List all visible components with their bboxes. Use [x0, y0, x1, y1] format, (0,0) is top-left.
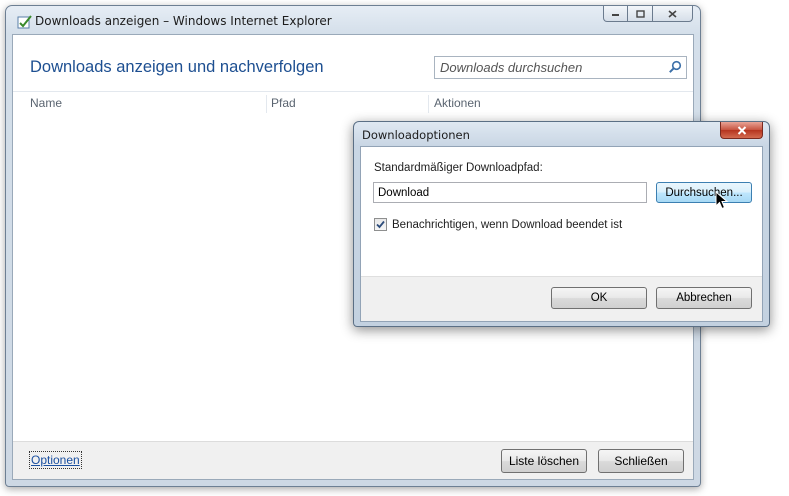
dialog-client-area: Standardmäßiger Downloadpfad: Durchsuche… — [360, 146, 763, 322]
column-path[interactable]: Pfad — [271, 92, 296, 117]
notify-label[interactable]: Benachrichtigen, wenn Download beendet i… — [392, 219, 622, 231]
search-box[interactable] — [434, 56, 687, 79]
column-separator[interactable] — [266, 95, 267, 113]
checkmark-icon — [376, 220, 385, 229]
column-actions[interactable]: Aktionen — [434, 92, 481, 117]
ok-button[interactable]: OK — [551, 287, 647, 309]
download-path-input[interactable] — [373, 182, 647, 203]
mouse-cursor-icon — [715, 191, 729, 210]
close-button[interactable] — [653, 6, 693, 22]
maximize-button[interactable] — [628, 6, 653, 22]
column-separator[interactable] — [428, 95, 429, 113]
minimize-button[interactable] — [603, 6, 628, 22]
dialog-close-button[interactable] — [720, 122, 763, 139]
browse-button[interactable]: Durchsuchen... — [656, 182, 752, 203]
dialog-footer: OK Abbrechen — [361, 276, 762, 321]
close-icon — [668, 9, 677, 18]
window-title: Downloads anzeigen – Windows Internet Ex… — [35, 14, 332, 28]
column-header: Name Pfad Aktionen — [13, 91, 693, 117]
download-path-label: Standardmäßiger Downloadpfad: — [374, 162, 543, 174]
notify-option[interactable]: Benachrichtigen, wenn Download beendet i… — [374, 218, 622, 231]
download-manager-icon — [17, 15, 32, 29]
search-input[interactable] — [435, 57, 659, 78]
column-name[interactable]: Name — [30, 92, 62, 117]
clear-list-button[interactable]: Liste löschen — [501, 449, 587, 473]
notify-checkbox[interactable] — [374, 218, 387, 231]
maximize-icon — [635, 9, 645, 18]
dialog-title: Downloadoptionen — [362, 128, 470, 142]
search-icon[interactable] — [668, 60, 682, 74]
close-window-button[interactable]: Schließen — [598, 449, 684, 473]
options-link[interactable]: Optionen — [29, 451, 82, 469]
cancel-button[interactable]: Abbrechen — [656, 287, 752, 309]
download-options-dialog: Downloadoptionen Standardmäßiger Downloa… — [353, 121, 770, 327]
close-icon — [737, 125, 746, 135]
page-title: Downloads anzeigen und nachverfolgen — [30, 58, 324, 76]
caption-buttons — [603, 6, 693, 22]
minimize-icon — [612, 14, 619, 16]
window-footer: Optionen Liste löschen Schließen — [13, 441, 693, 479]
